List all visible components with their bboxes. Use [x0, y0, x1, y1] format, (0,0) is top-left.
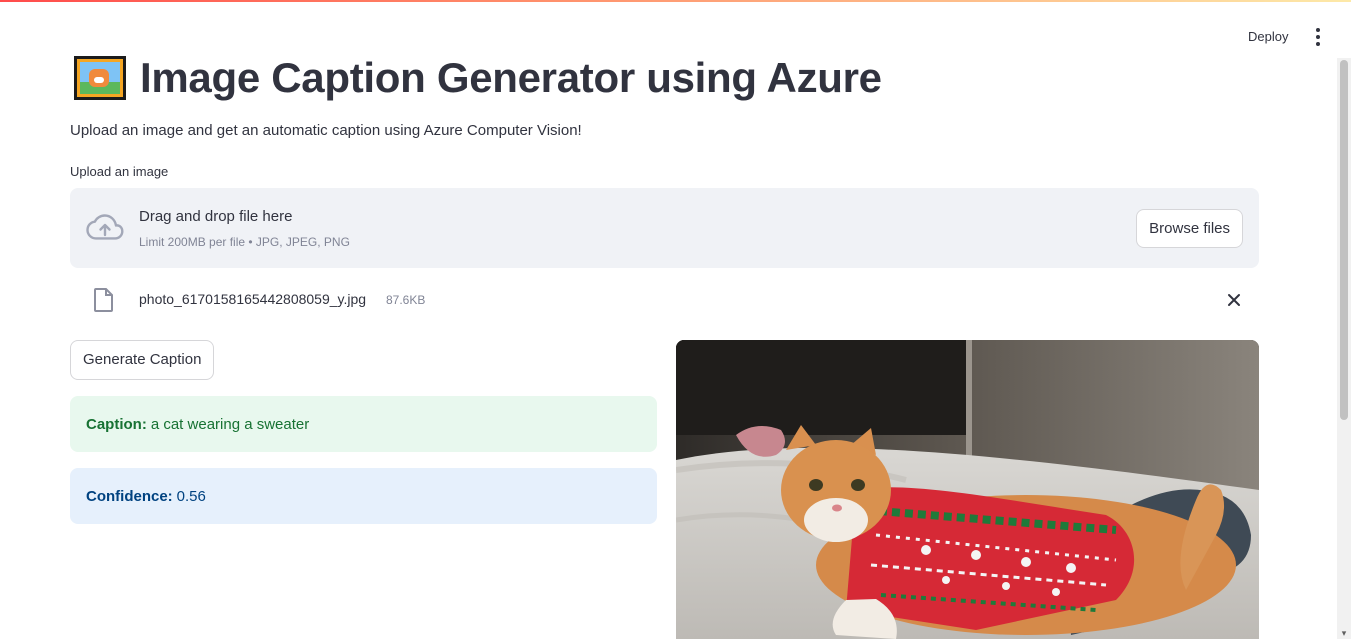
caption-label: Caption:: [86, 415, 147, 433]
uploaded-image-preview: [676, 340, 1259, 639]
kebab-menu-icon[interactable]: [1308, 24, 1328, 50]
page-scrollbar[interactable]: ▾: [1337, 58, 1351, 639]
caption-success-alert: Caption: a cat wearing a sweater: [70, 396, 657, 452]
page-title: Image Caption Generator using Azure: [140, 54, 882, 101]
cloud-upload-icon: [86, 214, 124, 240]
scroll-down-arrow-icon[interactable]: ▾: [1339, 629, 1349, 638]
file-size: 87.6KB: [386, 293, 426, 307]
dropzone-limit-text: Limit 200MB per file • JPG, JPEG, PNG: [139, 235, 350, 249]
browse-files-button[interactable]: Browse files: [1136, 209, 1243, 248]
generate-caption-button[interactable]: Generate Caption: [70, 340, 215, 380]
scrollbar-thumb[interactable]: [1340, 60, 1348, 420]
deploy-button[interactable]: Deploy: [1238, 24, 1298, 50]
uploaded-file-row: photo_6170158165442808059_y.jpg 87.6KB: [70, 283, 1259, 317]
file-icon: [94, 288, 113, 312]
page-subtitle: Upload an image and get an automatic cap…: [70, 122, 582, 139]
framed-picture-icon: [74, 56, 126, 100]
confidence-value: 0.56: [176, 487, 206, 505]
title-row: Image Caption Generator using Azure: [74, 52, 882, 104]
uploader-label: Upload an image: [70, 164, 169, 179]
file-name: photo_6170158165442808059_y.jpg: [139, 291, 367, 307]
file-dropzone[interactable]: Drag and drop file here Limit 200MB per …: [70, 188, 1259, 268]
confidence-label: Confidence:: [86, 487, 173, 505]
cat-photo: [676, 340, 1259, 639]
dropzone-instruction: Drag and drop file here: [139, 208, 293, 225]
close-icon[interactable]: [1223, 289, 1245, 311]
caption-value: a cat wearing a sweater: [150, 415, 310, 433]
confidence-info-alert: Confidence: 0.56: [70, 468, 657, 524]
